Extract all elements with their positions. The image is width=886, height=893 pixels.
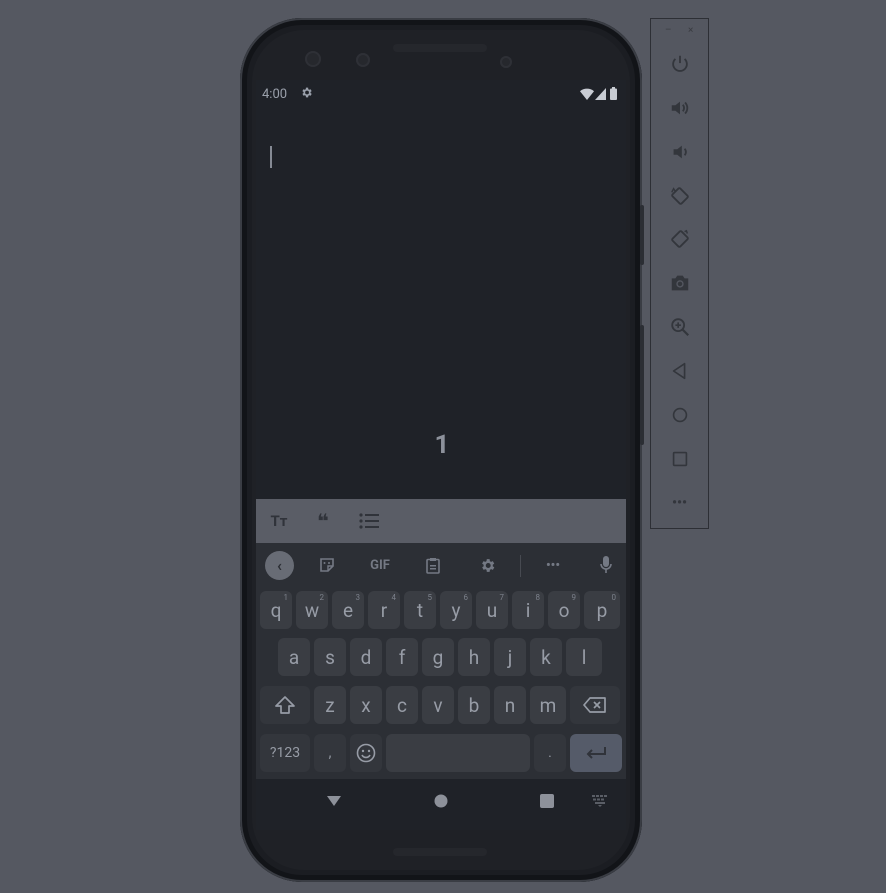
home-icon[interactable]	[651, 395, 708, 435]
key-e[interactable]: e3	[332, 591, 364, 629]
key-x[interactable]: x	[350, 686, 382, 724]
rotate-right-icon[interactable]	[651, 219, 708, 259]
zoom-icon[interactable]	[651, 307, 708, 347]
key-a[interactable]: a	[278, 638, 310, 676]
key-m[interactable]: m	[530, 686, 566, 724]
shift-key[interactable]	[260, 686, 310, 724]
nav-overview-icon[interactable]	[535, 779, 559, 823]
comma-key[interactable]: ,	[314, 734, 346, 772]
text-cursor[interactable]	[270, 146, 272, 168]
microphone-icon[interactable]	[594, 543, 618, 587]
backspace-key[interactable]	[570, 686, 620, 724]
shift-icon	[275, 696, 295, 714]
volume-down-icon[interactable]	[651, 132, 708, 172]
signal-icon	[595, 88, 606, 100]
key-g[interactable]: g	[422, 638, 454, 676]
key-d[interactable]: d	[350, 638, 382, 676]
gif-button[interactable]: GIF	[364, 543, 396, 587]
soft-keyboard: ‹ GIF ••• q1 w2 e3 r4 t5 y6 u7 i8 o9 p0 …	[256, 543, 626, 779]
bottom-speaker	[393, 848, 487, 856]
page-number: 1	[434, 430, 450, 460]
period-key[interactable]: .	[534, 734, 566, 772]
key-s[interactable]: s	[314, 638, 346, 676]
wifi-icon	[580, 88, 594, 100]
front-sensor-icon	[356, 53, 370, 67]
emulator-control-panel: – × •••	[650, 18, 709, 529]
bulleted-list-icon[interactable]	[354, 499, 384, 543]
chevron-left-icon[interactable]: ‹	[265, 551, 294, 580]
status-icons	[580, 86, 620, 104]
key-i[interactable]: i8	[512, 591, 544, 629]
space-key[interactable]	[386, 734, 530, 772]
battery-icon	[610, 87, 617, 100]
enter-icon	[586, 747, 606, 759]
key-n[interactable]: n	[494, 686, 526, 724]
quote-icon[interactable]: ❝	[308, 499, 338, 543]
minimize-button[interactable]: –	[665, 25, 672, 36]
key-h[interactable]: h	[458, 638, 490, 676]
toolbar-divider	[520, 555, 521, 577]
key-l[interactable]: l	[566, 638, 602, 676]
volume-up-icon[interactable]	[651, 88, 708, 128]
enter-key[interactable]	[570, 734, 622, 772]
key-j[interactable]: j	[494, 638, 526, 676]
emoji-key[interactable]	[350, 734, 382, 772]
key-c[interactable]: c	[386, 686, 418, 724]
gear-icon	[300, 86, 313, 103]
keyboard-settings-icon[interactable]	[474, 543, 500, 587]
key-w[interactable]: w2	[296, 591, 328, 629]
rotate-left-icon[interactable]	[651, 176, 708, 216]
proximity-sensor-icon	[500, 56, 512, 68]
keyboard-switcher-icon[interactable]	[588, 779, 612, 823]
key-p[interactable]: p0	[584, 591, 620, 629]
navigation-bar	[256, 779, 626, 823]
key-f[interactable]: f	[386, 638, 418, 676]
power-icon[interactable]	[651, 44, 708, 84]
nav-back-icon[interactable]	[322, 779, 346, 823]
more-icon[interactable]: •••	[651, 483, 708, 523]
status-time: 4:00	[262, 87, 288, 102]
nav-home-icon[interactable]	[429, 779, 453, 823]
key-z[interactable]: z	[314, 686, 346, 724]
power-side-button[interactable]	[640, 205, 644, 265]
overview-icon[interactable]	[651, 439, 708, 479]
key-k[interactable]: k	[530, 638, 562, 676]
status-bar: 4:00	[262, 86, 622, 106]
key-o[interactable]: o9	[548, 591, 580, 629]
key-t[interactable]: t5	[404, 591, 436, 629]
key-b[interactable]: b	[458, 686, 490, 724]
symbols-key[interactable]: ?123	[260, 734, 310, 772]
format-toolbar: Tт ❝	[256, 499, 626, 543]
sticker-icon[interactable]	[314, 543, 340, 587]
key-u[interactable]: u7	[476, 591, 508, 629]
screenshot-camera-icon[interactable]	[651, 263, 708, 303]
keyboard-toolbar: ‹ GIF •••	[256, 543, 626, 587]
earpiece-speaker	[393, 44, 487, 52]
key-r[interactable]: r4	[368, 591, 400, 629]
emoji-icon	[356, 743, 376, 763]
more-options-button[interactable]: •••	[538, 543, 568, 587]
volume-side-button[interactable]	[640, 325, 644, 445]
backspace-icon	[583, 697, 606, 713]
front-camera-icon	[305, 51, 321, 67]
close-button[interactable]: ×	[688, 25, 693, 36]
back-icon[interactable]	[651, 351, 708, 391]
clipboard-icon[interactable]	[420, 543, 446, 587]
text-format-icon[interactable]: Tт	[264, 499, 294, 543]
key-q[interactable]: q1	[260, 591, 292, 629]
key-y[interactable]: y6	[440, 591, 472, 629]
key-v[interactable]: v	[422, 686, 454, 724]
